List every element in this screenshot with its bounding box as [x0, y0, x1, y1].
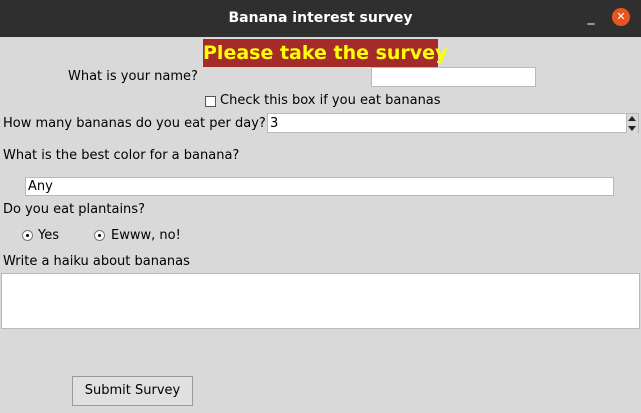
- banana-count-value: 3: [270, 116, 279, 131]
- eat-bananas-checkbox[interactable]: [205, 96, 216, 107]
- haiku-textarea[interactable]: [1, 273, 640, 329]
- close-button[interactable]: ✕: [612, 8, 630, 26]
- window-title: Banana interest survey: [228, 10, 413, 26]
- survey-form: Please take the survey What is your name…: [0, 37, 641, 413]
- radio-dot-icon: [98, 234, 101, 237]
- minimize-button[interactable]: _: [582, 8, 600, 26]
- eat-bananas-label: Check this box if you eat bananas: [220, 93, 441, 108]
- plantains-yes-radio[interactable]: [22, 230, 33, 241]
- best-color-label: What is the best color for a banana?: [3, 148, 240, 163]
- spin-down-icon[interactable]: [628, 126, 636, 131]
- best-color-value: Any: [28, 179, 53, 194]
- best-color-input[interactable]: Any: [25, 177, 614, 196]
- plantains-yes-label: Yes: [38, 228, 59, 243]
- app-window: Banana interest survey _ ✕ Please take t…: [0, 0, 641, 413]
- plantains-no-radio[interactable]: [94, 230, 105, 241]
- title-bar: Banana interest survey _ ✕: [0, 0, 641, 37]
- banana-count-spinbox[interactable]: 3: [267, 113, 639, 133]
- submit-survey-button[interactable]: Submit Survey: [72, 376, 193, 406]
- name-input[interactable]: [371, 67, 536, 87]
- name-label: What is your name?: [68, 69, 198, 84]
- spinbox-arrows[interactable]: [626, 114, 638, 133]
- radio-dot-icon: [26, 234, 29, 237]
- plantains-label: Do you eat plantains?: [3, 202, 145, 217]
- haiku-label: Write a haiku about bananas: [3, 254, 190, 269]
- plantains-no-label: Ewww, no!: [111, 228, 181, 243]
- banana-count-label: How many bananas do you eat per day?: [3, 116, 266, 131]
- spin-up-icon[interactable]: [628, 116, 636, 121]
- survey-heading: Please take the survey: [203, 39, 447, 67]
